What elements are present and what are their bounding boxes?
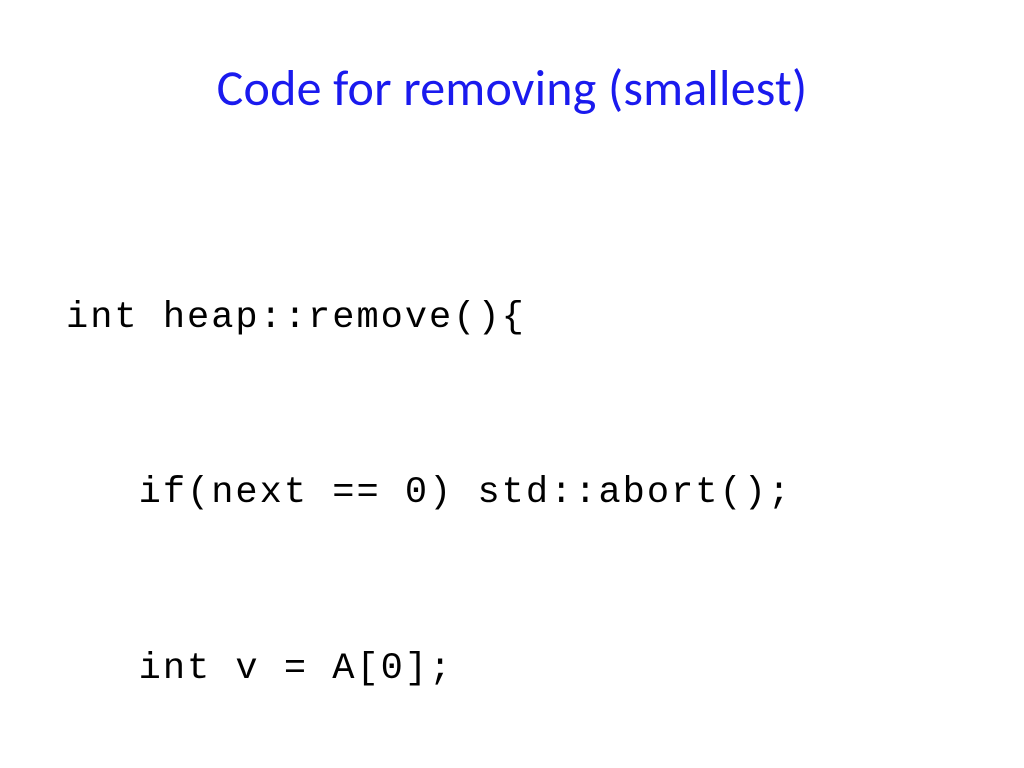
code-line: int heap::remove(){ xyxy=(66,289,792,347)
slide-title: Code for removing (smallest) xyxy=(0,58,1024,119)
code-block: int heap::remove(){ if(next == 0) std::a… xyxy=(66,172,792,768)
slide: Code for removing (smallest) int heap::r… xyxy=(0,0,1024,768)
code-line: if(next == 0) std::abort(); xyxy=(66,464,792,522)
code-line: int v = A[0]; xyxy=(66,640,792,698)
